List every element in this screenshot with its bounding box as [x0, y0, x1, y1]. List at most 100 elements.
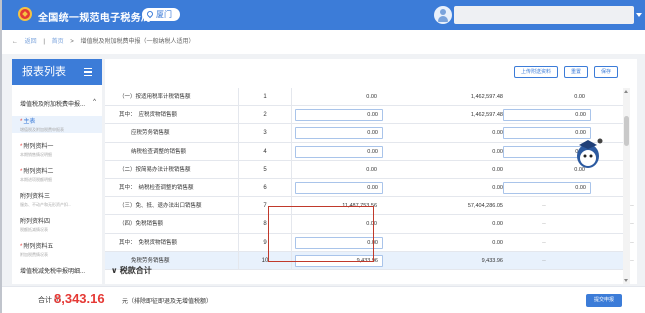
breadcrumb-current: 增值税及附加税费申报（一般纳税人适用）	[80, 39, 195, 45]
save-button[interactable]: 保存	[594, 66, 618, 78]
sidebar-item-title: 附列资料三	[20, 191, 94, 200]
table-row: 其中：应税货物销售额20.001,462,597.480.000.00	[105, 106, 623, 125]
row-label-text: 应税货物销售额	[138, 112, 178, 119]
amount-cell: 0.00	[492, 221, 503, 228]
section-title: 税款合计	[119, 266, 152, 275]
sidebar-item-label: 附列资料三	[20, 194, 51, 200]
home-link[interactable]: 首页	[52, 39, 64, 45]
sidebar-item-subtitle: 本期进项税额明细	[20, 177, 52, 182]
breadcrumb: ← 返回 | 首页 > 增值税及附加税费申报（一般纳税人适用）	[2, 30, 645, 54]
row-label-text: 免税劳务销售额	[131, 257, 170, 264]
row-number: 10	[238, 251, 292, 270]
amount-input[interactable]: 0.00	[503, 109, 591, 122]
amount-input[interactable]: 0.00	[295, 109, 383, 122]
city-label: 厦门	[156, 10, 172, 19]
reset-button[interactable]: 重置	[564, 66, 588, 78]
amount-cell: 0.00	[591, 88, 645, 106]
row-label: 其中： 应税货物销售额	[119, 106, 177, 124]
amount-cell: --	[630, 257, 634, 264]
scrollbar-thumb[interactable]	[624, 116, 629, 146]
sidebar-item-title: 附列资料四	[20, 216, 94, 225]
amount-cell: 0.00	[492, 148, 503, 155]
sidebar-item[interactable]: 附列资料四税额抵减情况表	[12, 216, 102, 233]
amount-input[interactable]: 0.00	[295, 145, 383, 158]
row-label: 其中： 纳税检查调整的销售额	[119, 179, 194, 197]
row-label-prefix: 其中：	[119, 112, 136, 119]
amount-cell: 0.00	[366, 94, 377, 100]
amount-cell: --	[542, 221, 546, 228]
row-label-text: （二）按简易办法计税销售额	[119, 166, 191, 173]
back-arrow-icon[interactable]: ←	[12, 39, 18, 45]
vertical-scrollbar[interactable]	[623, 88, 630, 284]
amount-input[interactable]: 9,433.96	[295, 254, 383, 267]
scroll-down-icon[interactable]	[624, 279, 628, 282]
row-number: 4	[238, 142, 292, 161]
amount-input[interactable]: 0.00	[295, 127, 383, 140]
row-label: （一）按适用税率计税销售额	[119, 88, 191, 106]
sidebar-item[interactable]: 增值税减免税申报明细...	[12, 266, 102, 275]
row-number: 1	[238, 88, 292, 106]
sidebar-item[interactable]: *主表 增值税及附加税费申报表	[12, 116, 102, 133]
row-label-text: （一）按适用税率计税销售额	[119, 94, 191, 100]
footer-bar: 合计 ⓘ 8,343.16 元（排除即征即退及无增值税额） 提交申报	[2, 286, 645, 313]
breadcrumb-separator: >	[70, 39, 74, 45]
table-row: 纳税检查调整的销售额40.000.000.000.00	[105, 142, 623, 161]
scroll-up-icon[interactable]	[624, 90, 628, 93]
top-header: 全国统一规范电子税务局 厦门	[2, 0, 645, 30]
table-row: （一）按适用税率计税销售额10.001,462,597.480.000.00	[105, 88, 623, 107]
city-selector[interactable]: 厦门	[142, 8, 180, 21]
amount-cell: --	[542, 203, 546, 210]
submit-declaration-button[interactable]: 提交申报	[586, 294, 622, 307]
amount-cell: 0.00	[492, 166, 503, 173]
amount-input[interactable]: 0.00	[295, 181, 383, 194]
amount-input[interactable]: 0.00	[295, 236, 383, 249]
sidebar-item-title: *附列资料一	[20, 141, 94, 150]
amount-cell: --	[630, 239, 634, 246]
amount-cell: 0.00	[591, 179, 645, 197]
user-avatar-icon[interactable]	[434, 6, 452, 24]
app-root: 全国统一规范电子税务局 厦门 ← 返回 | 首页 > 增值税及附加税费申报（一般…	[0, 0, 645, 313]
sidebar-item[interactable]: *附列资料一 本期销售情况明细	[12, 141, 102, 158]
sidebar-item-subtitle: 税额抵减情况表	[20, 227, 48, 232]
breadcrumb-separator: |	[43, 39, 45, 45]
sidebar-item[interactable]: 附列资料三 服务、不动产和无形资产扣...	[12, 191, 102, 208]
sidebar-item-title: *附列资料五	[20, 241, 94, 250]
main-panel: 上传附送资料 重置 保存 （一）按适用税率计税销售额 1 0.00 1,462,597…	[105, 59, 637, 284]
table-row: 免税劳务销售额 10 9,433.96 9,433.96 -- --	[105, 251, 634, 270]
row-label-prefix: 其中：	[119, 184, 136, 191]
back-link[interactable]: 返回	[25, 39, 37, 45]
row-label-text: 应税劳务销售额	[131, 130, 170, 137]
upload-attachment-button[interactable]: 上传附送资料	[514, 66, 558, 78]
user-menu[interactable]	[454, 6, 642, 24]
row-number: 2	[238, 106, 292, 125]
sidebar-item-label: 附列资料二	[23, 169, 54, 175]
location-pin-icon	[145, 9, 155, 19]
chevron-down-icon: ∨	[111, 266, 120, 275]
assistant-mascot-icon[interactable]	[573, 136, 603, 170]
required-mark: *	[20, 169, 23, 175]
row-label: （二）按简易办法计税销售额	[119, 161, 191, 179]
chevron-up-icon: ^	[93, 99, 96, 105]
amount-input[interactable]: 0.00	[503, 181, 591, 194]
amount-cell: --	[542, 257, 546, 264]
section-tax-total[interactable]: ∨ 税款合计	[111, 265, 152, 276]
row-label: 应税劳务销售额	[131, 124, 170, 142]
amount-cell: 0.00	[492, 130, 503, 137]
table-row: 其中：纳税检查调整的销售额60.000.000.000.00	[105, 178, 623, 198]
row-number: 5	[238, 160, 292, 179]
chevron-down-icon	[636, 13, 642, 17]
declaration-table: （一）按适用税率计税销售额10.001,462,597.480.000.00其中…	[105, 88, 634, 270]
sidebar-item[interactable]: *附列资料二本期进项税额明细	[12, 166, 102, 183]
sidebar-header: 报表列表	[12, 59, 102, 85]
amount-cell: 1,462,597.48	[470, 112, 503, 119]
amount-cell: --	[542, 239, 546, 246]
row-number: 6	[238, 178, 292, 197]
row-label: 纳税检查调整的销售额	[131, 143, 186, 161]
amount-cell: --	[630, 203, 634, 210]
sidebar-item-label: 附列资料五	[23, 244, 54, 250]
sidebar-group[interactable]: 增值税及附加税费申报... ^	[12, 99, 102, 108]
sidebar-item[interactable]: *附列资料五附加税费情况表	[12, 241, 102, 258]
sidebar-item-subtitle: 附加税费情况表	[20, 252, 48, 257]
sidebar-title: 报表列表	[22, 66, 66, 78]
menu-icon[interactable]	[84, 68, 92, 76]
